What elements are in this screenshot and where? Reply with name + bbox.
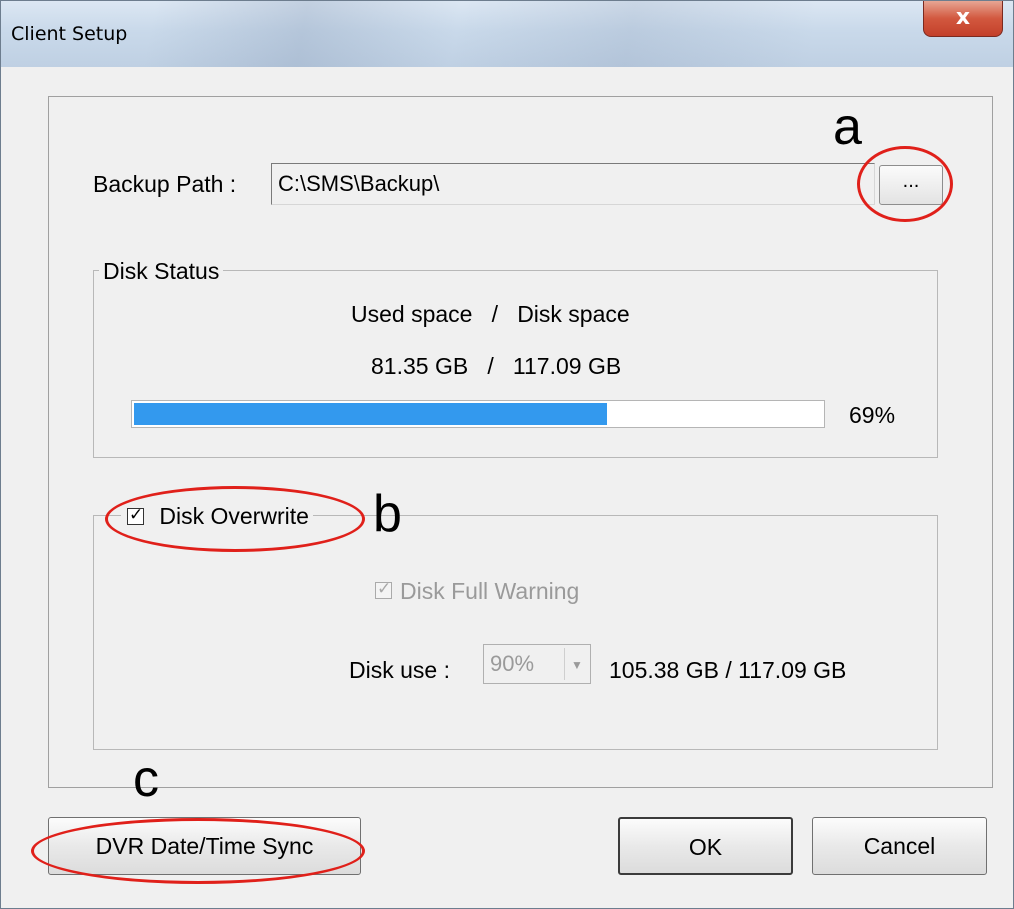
close-icon: x — [955, 5, 971, 30]
title-bar[interactable]: Client Setup x — [1, 1, 1013, 67]
annotation-b: b — [373, 485, 402, 543]
disk-status-header: Used space / Disk space — [351, 301, 630, 327]
cancel-label: Cancel — [863, 833, 936, 859]
client-setup-dialog: Client Setup x Backup Path : C:\SMS\Back… — [0, 0, 1014, 909]
disk-full-warning-checkbox[interactable]: ✓ — [375, 579, 392, 599]
disk-status-values: 81.35 GB / 117.09 GB — [371, 353, 622, 379]
close-button[interactable]: x — [923, 1, 1003, 37]
backup-path-field[interactable]: C:\SMS\Backup\ — [271, 163, 875, 205]
disk-usage-progress — [131, 400, 825, 428]
disk-use-label: Disk use : — [349, 657, 450, 683]
annotation-a-ellipse — [857, 146, 953, 222]
disk-use-size: 105.38 GB / 117.09 GB — [609, 657, 847, 683]
ok-label: OK — [688, 834, 723, 860]
backup-path-label: Backup Path : — [93, 171, 237, 197]
checkmark-icon: ✓ — [377, 579, 392, 598]
disk-usage-progress-fill — [134, 403, 608, 425]
disk-use-value: 90% — [490, 651, 535, 676]
window-title: Client Setup — [11, 23, 128, 45]
cancel-button[interactable]: Cancel — [812, 817, 987, 875]
disk-status-title: Disk Status — [99, 258, 224, 285]
backup-path-value: C:\SMS\Backup\ — [278, 171, 440, 196]
disk-use-select[interactable]: 90% ▼ — [483, 644, 591, 684]
annotation-a: a — [833, 98, 862, 156]
disk-usage-percent: 69% — [849, 402, 896, 428]
annotation-b-ellipse — [105, 486, 365, 552]
annotation-c-ellipse — [31, 818, 365, 884]
chevron-down-icon[interactable]: ▼ — [564, 648, 588, 680]
disk-full-warning-label: Disk Full Warning — [400, 578, 580, 604]
annotation-c: c — [133, 750, 159, 808]
ok-button[interactable]: OK — [618, 817, 793, 875]
